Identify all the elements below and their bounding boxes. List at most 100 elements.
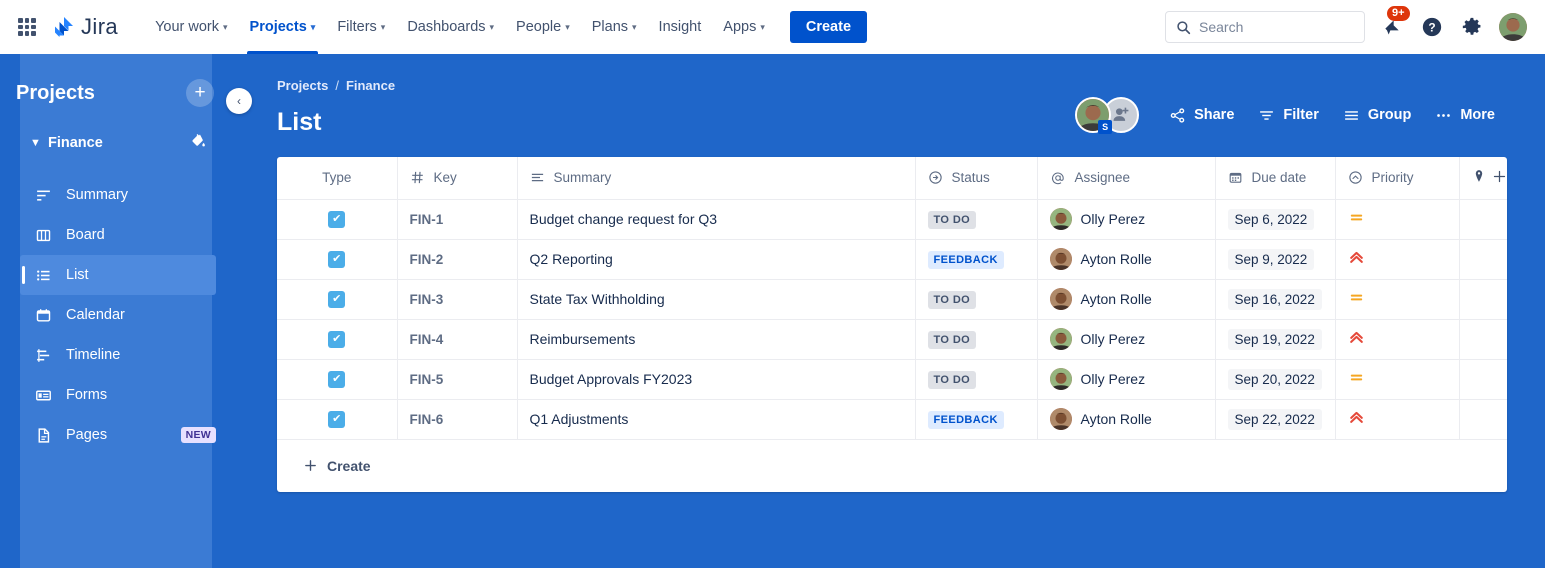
assignee-chip[interactable]: Olly Perez bbox=[1050, 368, 1203, 390]
nav-item-your-work[interactable]: Your work ▾ bbox=[144, 0, 238, 54]
sidebar-item-label: Calendar bbox=[66, 307, 125, 323]
add-column-icon[interactable] bbox=[1492, 169, 1507, 187]
priority-medium-icon[interactable] bbox=[1348, 369, 1365, 386]
issue-summary-link[interactable]: State Tax Withholding bbox=[530, 291, 665, 307]
nav-item-plans[interactable]: Plans ▾ bbox=[581, 0, 648, 54]
search-input[interactable]: Search bbox=[1165, 11, 1365, 43]
column-header-summary[interactable]: Summary bbox=[517, 157, 915, 199]
priority-medium-icon[interactable] bbox=[1348, 289, 1365, 306]
breadcrumb-separator: / bbox=[335, 78, 339, 93]
table-row[interactable]: ✔ FIN-3 State Tax Withholding TO DO bbox=[277, 279, 1507, 319]
sidebar-item-timeline[interactable]: Timeline bbox=[20, 335, 216, 375]
column-header-type[interactable]: Type bbox=[277, 157, 397, 199]
user-avatar[interactable] bbox=[1499, 13, 1527, 41]
assignee-chip[interactable]: Olly Perez bbox=[1050, 208, 1203, 230]
column-header-status[interactable]: Status bbox=[915, 157, 1037, 199]
more-button[interactable]: More bbox=[1423, 101, 1507, 130]
paint-bucket-icon[interactable] bbox=[189, 132, 206, 154]
task-type-icon[interactable]: ✔ bbox=[328, 251, 345, 268]
calendar-icon bbox=[34, 306, 52, 324]
status-badge[interactable]: TO DO bbox=[928, 291, 977, 309]
task-type-icon[interactable]: ✔ bbox=[328, 211, 345, 228]
sidebar-item-pages[interactable]: Pages NEW bbox=[20, 415, 216, 455]
sidebar-item-list[interactable]: List bbox=[20, 255, 216, 295]
status-badge[interactable]: TO DO bbox=[928, 331, 977, 349]
create-button[interactable]: Create bbox=[790, 11, 867, 43]
issue-summary-link[interactable]: Budget Approvals FY2023 bbox=[530, 371, 693, 387]
column-header-due-date[interactable]: Due date bbox=[1215, 157, 1335, 199]
assignee-chip[interactable]: Ayton Rolle bbox=[1050, 288, 1203, 310]
sidebar-item-forms[interactable]: Forms bbox=[20, 375, 216, 415]
settings-button[interactable] bbox=[1459, 14, 1485, 40]
column-header-priority[interactable]: Priority bbox=[1335, 157, 1459, 199]
priority-highest-icon[interactable] bbox=[1348, 329, 1365, 346]
jira-logo[interactable]: Jira bbox=[52, 14, 118, 40]
due-date-chip[interactable]: Sep 6, 2022 bbox=[1228, 209, 1315, 230]
breadcrumb-finance[interactable]: Finance bbox=[346, 78, 395, 93]
issue-key-link[interactable]: FIN-4 bbox=[410, 332, 444, 347]
issue-summary-link[interactable]: Budget change request for Q3 bbox=[530, 211, 718, 227]
assignee-chip[interactable]: Ayton Rolle bbox=[1050, 248, 1203, 270]
table-row[interactable]: ✔ FIN-2 Q2 Reporting FEEDBACK bbox=[277, 239, 1507, 279]
due-date-chip[interactable]: Sep 22, 2022 bbox=[1228, 409, 1322, 430]
due-date-chip[interactable]: Sep 9, 2022 bbox=[1228, 249, 1315, 270]
issue-key-link[interactable]: FIN-2 bbox=[410, 252, 444, 267]
sidebar-item-summary[interactable]: Summary bbox=[20, 175, 216, 215]
help-button[interactable]: ? bbox=[1419, 14, 1445, 40]
notifications-button[interactable]: 9+ bbox=[1379, 14, 1405, 40]
top-navigation-bar: Jira Your work ▾ Projects ▾ Filters ▾ Da… bbox=[0, 0, 1545, 54]
label-tag-icon[interactable] bbox=[1472, 169, 1486, 186]
issue-summary-link[interactable]: Q1 Adjustments bbox=[530, 411, 629, 427]
nav-item-apps[interactable]: Apps ▾ bbox=[712, 0, 776, 54]
nav-item-projects[interactable]: Projects ▾ bbox=[239, 0, 327, 54]
breadcrumb-projects[interactable]: Projects bbox=[277, 78, 328, 93]
assignee-chip[interactable]: Olly Perez bbox=[1050, 328, 1203, 350]
assignee-chip[interactable]: Ayton Rolle bbox=[1050, 408, 1203, 430]
sidebar-project-header[interactable]: ▼ Finance bbox=[20, 126, 216, 160]
status-badge[interactable]: FEEDBACK bbox=[928, 251, 1004, 269]
table-row[interactable]: ✔ FIN-4 Reimbursements TO DO bbox=[277, 319, 1507, 359]
task-type-icon[interactable]: ✔ bbox=[328, 371, 345, 388]
task-type-icon[interactable]: ✔ bbox=[328, 331, 345, 348]
issue-summary-link[interactable]: Q2 Reporting bbox=[530, 251, 613, 267]
cell-type: ✔ bbox=[277, 279, 397, 319]
due-date-chip[interactable]: Sep 20, 2022 bbox=[1228, 369, 1322, 390]
apps-grid-icon[interactable] bbox=[14, 14, 40, 40]
issue-key-link[interactable]: FIN-5 bbox=[410, 372, 444, 387]
sidebar-item-label: Board bbox=[66, 227, 105, 243]
table-row[interactable]: ✔ FIN-6 Q1 Adjustments FEEDBACK bbox=[277, 399, 1507, 439]
column-label: Type bbox=[322, 170, 351, 185]
issue-key-link[interactable]: FIN-6 bbox=[410, 412, 444, 427]
priority-medium-icon[interactable] bbox=[1348, 209, 1365, 226]
issue-summary-link[interactable]: Reimbursements bbox=[530, 331, 636, 347]
calendar-icon bbox=[1228, 170, 1243, 185]
table-row[interactable]: ✔ FIN-5 Budget Approvals FY2023 TO DO bbox=[277, 359, 1507, 399]
avatar[interactable]: S bbox=[1075, 97, 1111, 133]
issue-key-link[interactable]: FIN-3 bbox=[410, 292, 444, 307]
status-badge[interactable]: TO DO bbox=[928, 211, 977, 229]
due-date-chip[interactable]: Sep 16, 2022 bbox=[1228, 289, 1322, 310]
sidebar-item-calendar[interactable]: Calendar bbox=[20, 295, 216, 335]
sidebar-collapse-button[interactable]: ‹ bbox=[226, 88, 252, 114]
nav-item-filters[interactable]: Filters ▾ bbox=[326, 0, 396, 54]
nav-item-dashboards[interactable]: Dashboards ▾ bbox=[396, 0, 505, 54]
nav-item-insight[interactable]: Insight bbox=[648, 0, 713, 54]
status-badge[interactable]: FEEDBACK bbox=[928, 411, 1004, 429]
task-type-icon[interactable]: ✔ bbox=[328, 291, 345, 308]
priority-highest-icon[interactable] bbox=[1348, 409, 1365, 426]
column-header-assignee[interactable]: Assignee bbox=[1037, 157, 1215, 199]
table-row[interactable]: ✔ FIN-1 Budget change request for Q3 TO … bbox=[277, 199, 1507, 239]
sidebar-item-board[interactable]: Board bbox=[20, 215, 216, 255]
create-issue-row[interactable]: Create bbox=[277, 440, 1507, 492]
nav-item-people[interactable]: People ▾ bbox=[505, 0, 581, 54]
due-date-chip[interactable]: Sep 19, 2022 bbox=[1228, 329, 1322, 350]
group-button[interactable]: Group bbox=[1331, 101, 1424, 130]
add-project-button[interactable]: + bbox=[186, 79, 214, 107]
status-badge[interactable]: TO DO bbox=[928, 371, 977, 389]
task-type-icon[interactable]: ✔ bbox=[328, 411, 345, 428]
issue-key-link[interactable]: FIN-1 bbox=[410, 212, 444, 227]
priority-highest-icon[interactable] bbox=[1348, 249, 1365, 266]
column-header-key[interactable]: Key bbox=[397, 157, 517, 199]
filter-button[interactable]: Filter bbox=[1246, 101, 1330, 130]
share-button[interactable]: Share bbox=[1157, 101, 1246, 130]
